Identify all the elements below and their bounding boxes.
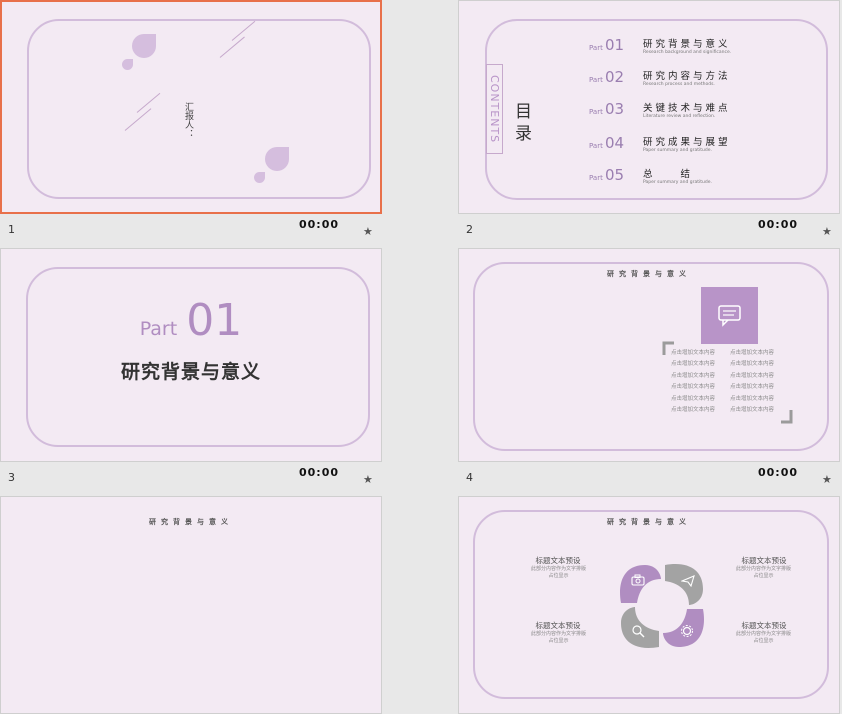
text-column-left: 点击增加文本内容 点击增加文本内容 点击增加文本内容 点击增加文本内容 点击增加文本内…	[671, 350, 716, 414]
slide-thumbnail-2[interactable]: CONTENTS 目录 Part 01 研究背景与意义 Research bac…	[458, 0, 840, 214]
send-icon	[681, 575, 695, 587]
slide-timing: 00:00	[758, 218, 799, 231]
toc-heading: 目录	[515, 102, 532, 144]
toc-item-01[interactable]: Part 01 研究背景与意义 Research background and …	[589, 36, 839, 60]
contents-label: CONTENTS	[486, 64, 503, 154]
slide-timing: 00:00	[758, 466, 799, 479]
caption-desc: 此部分内容作为文字排版占位显示	[531, 631, 587, 644]
bracket-bottom-right	[781, 410, 793, 424]
petal-decoration	[254, 172, 265, 183]
slide-timing: 00:00	[299, 466, 340, 479]
caption-title: 标题文本预设	[535, 621, 581, 630]
chat-icon-box	[701, 287, 758, 344]
slide-number: 4	[466, 471, 473, 484]
slide-number: 3	[8, 471, 15, 484]
toc-item-03[interactable]: Part 03 关键技术与难点 Literature review and re…	[589, 100, 839, 124]
slide-frame	[27, 19, 371, 199]
chat-icon	[718, 305, 741, 327]
slide-thumbnail-1[interactable]: 汇报人：	[0, 0, 382, 214]
slide-timing: 00:00	[299, 218, 340, 231]
caption-desc: 此部分内容作为文字排版占位显示	[531, 566, 587, 579]
search-icon	[632, 625, 645, 638]
part-number: 01	[186, 295, 243, 346]
caption-desc: 此部分内容作为文字排版占位显示	[736, 566, 792, 579]
toc-item-04[interactable]: Part 04 研究成果与展望 Paper summary and gratit…	[589, 134, 839, 158]
slide-thumbnail-5[interactable]: 研究背景与意义	[0, 496, 382, 714]
caption-desc: 此部分内容作为文字排版占位显示	[736, 631, 792, 644]
star-icon[interactable]: ★	[363, 473, 373, 486]
part-label: Part	[139, 318, 178, 340]
slide-number: 1	[8, 223, 15, 236]
petal-decoration	[265, 147, 289, 171]
star-icon[interactable]: ★	[822, 473, 832, 486]
caption-title: 标题文本预设	[741, 621, 787, 630]
camera-icon	[631, 574, 645, 586]
petal-decoration	[132, 34, 156, 58]
slide-title: 研究背景与意义	[149, 518, 233, 526]
caption-title: 标题文本预设	[535, 556, 581, 565]
slide-frame	[473, 262, 829, 451]
slide-thumbnail-3[interactable]: Part 01 研究背景与意义	[0, 248, 382, 462]
slide-title: 研究背景与意义	[607, 270, 691, 278]
section-title: 研究背景与意义	[120, 361, 261, 383]
caption-title: 标题文本预设	[741, 556, 787, 565]
star-icon[interactable]: ★	[363, 225, 373, 238]
slide-thumbnail-4[interactable]: 研究背景与意义 点击增加文本内容 点击增加文本内容 点击增加文本内容 点击增加文本内…	[458, 248, 840, 462]
gear-icon	[681, 625, 693, 637]
reporter-label: 汇报人：	[183, 102, 193, 138]
slide-number: 2	[466, 223, 473, 236]
slide-thumbnail-6[interactable]: 研究背景与意义 标题文本预设 此部分内容作为文字排版占位显示 标题文本预设 此部…	[458, 496, 840, 714]
toc-item-02[interactable]: Part 02 研究内容与方法 Research process and met…	[589, 68, 839, 92]
star-icon[interactable]: ★	[822, 225, 832, 238]
section-heading: Part 01	[1, 295, 381, 346]
petal-decoration	[122, 59, 133, 70]
slide-title: 研究背景与意义	[607, 518, 691, 526]
toc-item-05[interactable]: Part 05 总 结 Paper summary and gratitude.	[589, 166, 839, 190]
text-column-right: 点击增加文本内容 点击增加文本内容 点击增加文本内容 点击增加文本内容 点击增加文本内…	[730, 350, 775, 414]
